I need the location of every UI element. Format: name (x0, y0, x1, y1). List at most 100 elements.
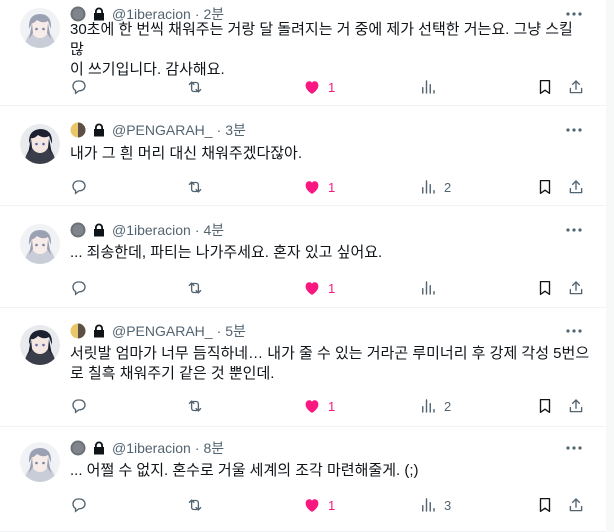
bookmark-icon (536, 496, 554, 514)
heart-icon (303, 496, 321, 514)
like-button[interactable]: 1 (303, 77, 335, 97)
share-button[interactable] (567, 278, 585, 298)
bookmark-button[interactable] (536, 278, 554, 298)
more-options-icon[interactable] (564, 120, 584, 140)
tweet[interactable]: @1iberacion · 4분 ... 죄송한데, 파티는 나가주세요. 혼자 있고… (0, 206, 606, 308)
tweet-text: ... 어쩔 수 없지. 혼수로 거울 세계의 조각 마련해줄게. (;) (70, 462, 419, 479)
retweet-icon (186, 397, 204, 415)
author-handle[interactable]: @1iberacion (112, 222, 191, 238)
like-count: 1 (328, 79, 336, 95)
reply-button[interactable] (70, 177, 88, 197)
view-count: 2 (444, 398, 452, 414)
tweet-timestamp[interactable]: 5분 (225, 321, 246, 341)
separator-dot: · (216, 122, 222, 138)
tweet-header: @1iberacion · 4분 (70, 220, 224, 240)
like-button[interactable]: 1 (303, 396, 335, 416)
reply-icon (70, 397, 88, 415)
tweet-feed: @1iberacion · 2분 30초에 한 번씩 채워주는 거랑 달 돌려지는 거… (0, 0, 614, 532)
avatar[interactable] (20, 124, 60, 164)
avatar[interactable] (20, 325, 60, 365)
view-count: 2 (444, 179, 452, 195)
author-handle[interactable]: @PENGARAH_ (112, 323, 213, 339)
like-button[interactable]: 1 (303, 495, 335, 515)
tweet-actions: 12 (70, 396, 590, 416)
views-icon (419, 279, 437, 297)
retweet-button[interactable] (186, 278, 204, 298)
half-moon-badge-icon (70, 122, 86, 138)
bookmark-button[interactable] (536, 77, 554, 97)
half-moon-badge-icon (70, 323, 86, 339)
heart-icon (303, 279, 321, 297)
like-button[interactable]: 1 (303, 177, 335, 197)
avatar[interactable] (20, 8, 60, 48)
views-icon (419, 397, 437, 415)
bookmark-icon (536, 397, 554, 415)
share-icon (567, 397, 585, 415)
more-options-icon[interactable] (564, 220, 584, 240)
like-count: 1 (328, 179, 336, 195)
views-icon (419, 496, 437, 514)
author-handle[interactable]: @PENGARAH_ (112, 122, 213, 138)
bookmark-button[interactable] (536, 495, 554, 515)
reply-icon (70, 496, 88, 514)
reply-button[interactable] (70, 278, 88, 298)
retweet-icon (186, 279, 204, 297)
share-button[interactable] (567, 396, 585, 416)
share-icon (567, 178, 585, 196)
views-button[interactable]: 3 (419, 495, 451, 515)
retweet-button[interactable] (186, 495, 204, 515)
heart-icon (303, 78, 321, 96)
lock-icon (92, 123, 106, 137)
separator-dot: · (216, 323, 222, 339)
gray-circle-badge-icon (70, 222, 86, 238)
tweet[interactable]: @PENGARAH_ · 3분내가 그 흰 머리 대신 채워주겠다잖아. 1 2 (0, 106, 606, 206)
share-icon (567, 78, 585, 96)
tweet-text: ... 죄송한데, 파티는 나가주세요. 혼자 있고 싶어요. (70, 244, 383, 261)
tweet-actions: 13 (70, 495, 590, 515)
author-handle[interactable]: @1iberacion (112, 440, 191, 456)
tweet-timestamp[interactable]: 4분 (203, 220, 224, 240)
retweet-button[interactable] (186, 177, 204, 197)
avatar[interactable] (20, 224, 60, 264)
lock-icon (92, 223, 106, 237)
views-button[interactable]: 2 (419, 177, 451, 197)
tweet-text: 내가 그 흰 머리 대신 채워주겠다잖아. (70, 145, 303, 162)
bookmark-icon (536, 279, 554, 297)
reply-button[interactable] (70, 396, 88, 416)
views-icon (419, 78, 437, 96)
views-button[interactable] (419, 77, 437, 97)
retweet-icon (186, 496, 204, 514)
more-options-icon[interactable] (564, 438, 584, 458)
share-button[interactable] (567, 495, 585, 515)
bookmark-button[interactable] (536, 177, 554, 197)
tweet-text: 30초에 한 번씩 채워주는 거랑 달 돌려지는 거 중에 제가 선택한 거는요… (70, 21, 573, 78)
more-options-icon[interactable] (564, 321, 584, 341)
reply-button[interactable] (70, 495, 88, 515)
share-button[interactable] (567, 177, 585, 197)
bookmark-button[interactable] (536, 396, 554, 416)
tweet-timestamp[interactable]: 3분 (225, 120, 246, 140)
views-button[interactable] (419, 278, 437, 298)
like-count: 1 (328, 497, 336, 513)
retweet-icon (186, 178, 204, 196)
retweet-icon (186, 78, 204, 96)
tweet[interactable]: @1iberacion · 2분 30초에 한 번씩 채워주는 거랑 달 돌려지는 거… (0, 0, 606, 106)
like-button[interactable]: 1 (303, 278, 335, 298)
lock-icon (92, 441, 106, 455)
tweet-text: 서릿발 엄마가 너무 듬직하네… 내가 줄 수 있는 거라곤 루미너리 후 강제… (70, 345, 590, 382)
tweet[interactable]: @PENGARAH_ · 5분서릿발 엄마가 너무 듬직하네… 내가 줄 수 있는 … (0, 308, 606, 427)
tweet-timestamp[interactable]: 8분 (203, 438, 224, 458)
views-button[interactable]: 2 (419, 396, 451, 416)
view-count: 3 (444, 497, 452, 513)
separator-dot: · (194, 222, 200, 238)
reply-icon (70, 178, 88, 196)
share-button[interactable] (567, 77, 585, 97)
retweet-button[interactable] (186, 77, 204, 97)
lock-icon (92, 7, 106, 21)
tweet[interactable]: @1iberacion · 8분 ... 어쩔 수 없지. 혼수로 거울 세계의 조각… (0, 427, 606, 532)
tweet-header: @PENGARAH_ · 5분 (70, 321, 246, 341)
reply-button[interactable] (70, 77, 88, 97)
avatar[interactable] (20, 442, 60, 482)
bookmark-icon (536, 78, 554, 96)
retweet-button[interactable] (186, 396, 204, 416)
